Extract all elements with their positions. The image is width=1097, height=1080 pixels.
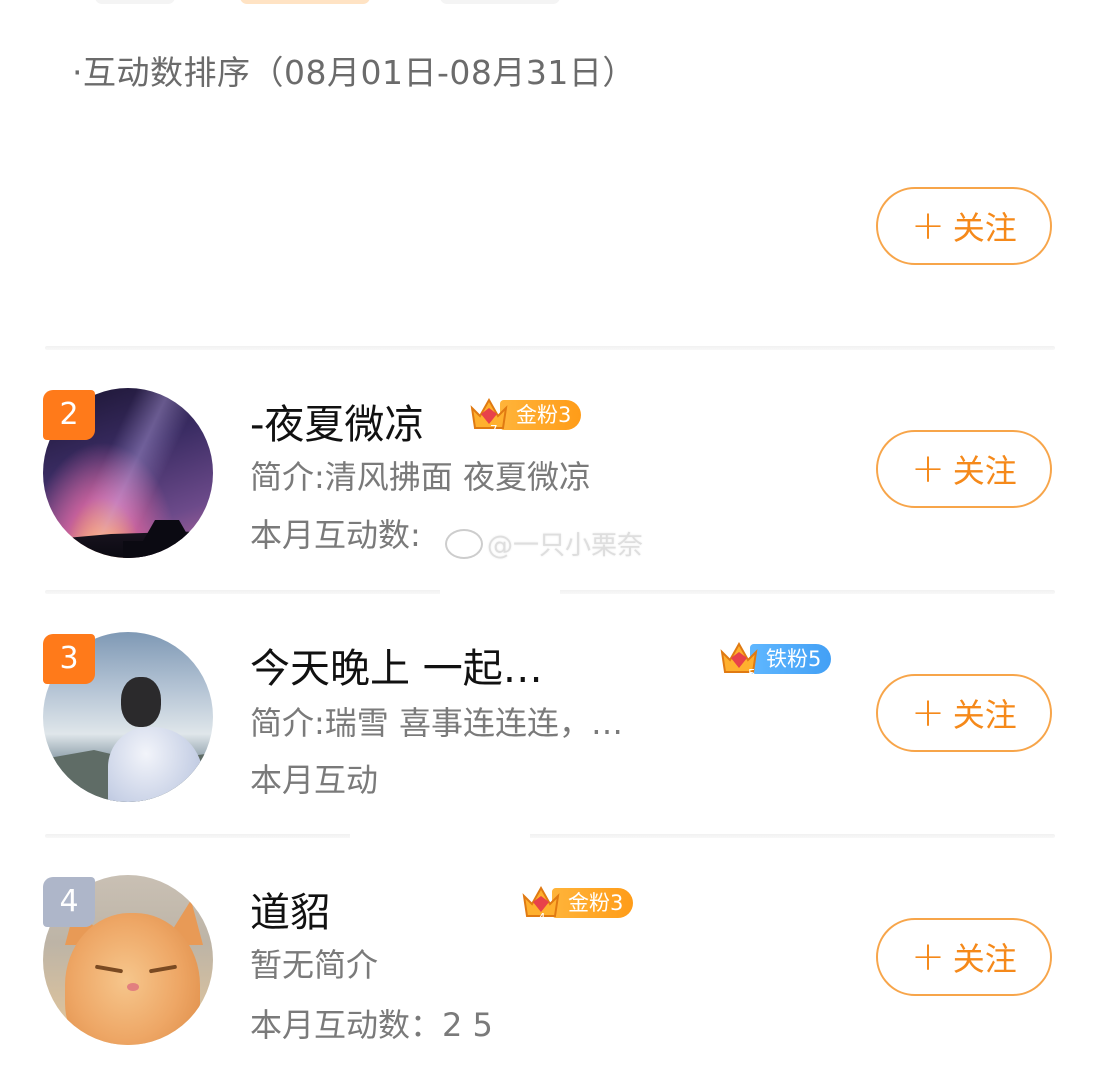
svg-text:7: 7 (490, 423, 498, 436)
follow-button-2[interactable]: + 关注 (876, 430, 1052, 508)
row-divider (45, 834, 1055, 838)
user-name[interactable]: -夜夏微凉 (250, 392, 424, 450)
tab-3[interactable] (440, 0, 560, 4)
fan-level-label: 铁粉5 (750, 644, 832, 674)
plus-icon: + (911, 690, 945, 736)
crown-icon: 7 (470, 397, 508, 436)
tab-1[interactable] (95, 0, 175, 4)
fan-level-label: 金粉3 (552, 888, 634, 918)
fan-level-badge: 4 金粉3 (520, 885, 634, 924)
weibo-watermark: @一只小栗奈 (445, 525, 643, 562)
crown-icon: 4 (522, 885, 560, 924)
user-bio: 简介:瑞雪 喜事连连连，… (250, 704, 623, 742)
follow-button-3[interactable]: + 关注 (876, 674, 1052, 752)
plus-icon: + (911, 203, 945, 249)
monthly-interaction-count: 本月互动 (250, 761, 379, 799)
monthly-interaction-count: 本月互动数：2 5 (250, 1006, 493, 1044)
monthly-interaction-count: 本月互动数: (250, 516, 421, 554)
follow-button-1[interactable]: + 关注 (876, 187, 1052, 265)
privacy-mask (440, 575, 560, 615)
crown-icon: 5 (720, 641, 758, 680)
svg-text:5: 5 (748, 667, 756, 680)
tab-2-active[interactable] (240, 0, 370, 4)
fan-level-badge: 7 金粉3 (468, 397, 582, 436)
weibo-logo-icon (445, 528, 483, 559)
sort-title: ·互动数排序（08月01日-08月31日） (72, 53, 636, 92)
plus-icon: + (911, 934, 945, 980)
rank-badge: 3 (43, 634, 95, 684)
rank-badge: 2 (43, 390, 95, 440)
privacy-mask (350, 820, 530, 850)
user-name[interactable]: 今天晚上 一起… (250, 636, 543, 694)
svg-text:4: 4 (538, 911, 546, 924)
user-bio: 简介:清风拂面 夜夏微凉 (250, 458, 591, 496)
fan-ranking-page: ·互动数排序（08月01日-08月31日） + 关注 2 -夜夏微凉 7 金粉3… (0, 0, 1097, 1080)
fan-level-badge: 5 铁粉5 (718, 641, 832, 680)
follow-button-4[interactable]: + 关注 (876, 918, 1052, 996)
rank-badge: 4 (43, 877, 95, 927)
fan-level-label: 金粉3 (500, 400, 582, 430)
user-name[interactable]: 道貂 (250, 880, 330, 938)
plus-icon: + (911, 446, 945, 492)
user-bio: 暂无简介 (250, 946, 379, 984)
row-divider (45, 346, 1055, 350)
